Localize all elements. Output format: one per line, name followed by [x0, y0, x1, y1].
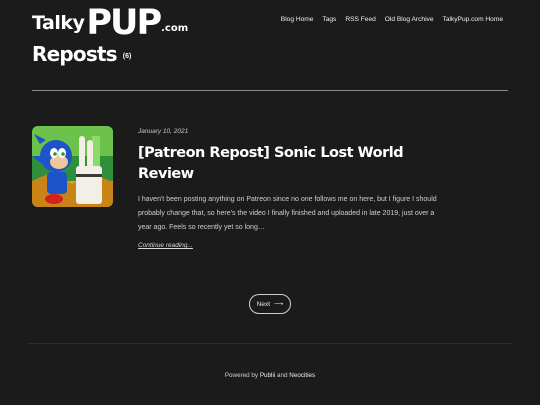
footer-prefix: Powered by — [224, 372, 259, 379]
nav-rss-feed[interactable]: RSS Feed — [345, 16, 375, 23]
post-title-link[interactable]: [Patreon Repost] Sonic Lost World Review — [138, 143, 438, 185]
arrow-right-icon: ⟶ — [274, 301, 284, 308]
page: Talky PUP .com Blog Home Tags RSS Feed O… — [0, 0, 540, 405]
archive-heading: Reposts (6) — [32, 42, 131, 66]
nav-tags[interactable]: Tags — [322, 16, 336, 23]
header-divider — [32, 90, 508, 91]
footer: Powered by Publii and Neocities — [0, 372, 540, 379]
archive-count: (6) — [122, 52, 132, 60]
footer-and: and — [277, 372, 288, 379]
continue-reading-link[interactable]: Continue reading... — [138, 242, 193, 249]
logo-text-com: .com — [161, 23, 189, 34]
post-excerpt: I haven't been posting anything on Patre… — [138, 196, 437, 231]
nav-blog-home[interactable]: Blog Home — [281, 16, 314, 23]
post-date: January 10, 2021 — [138, 128, 189, 135]
post-thumbnail[interactable] — [32, 126, 113, 207]
post-thumbnail-image — [32, 126, 113, 207]
footer-divider — [28, 343, 512, 344]
nav-talkypup-home[interactable]: TalkyPup.com Home — [443, 16, 503, 23]
main-nav: Blog Home Tags RSS Feed Old Blog Archive… — [281, 16, 503, 23]
nav-old-blog-archive[interactable]: Old Blog Archive — [385, 16, 434, 23]
archive-title: Reposts — [32, 42, 118, 66]
next-label: Next — [256, 300, 271, 308]
logo-text-talky: Talky — [32, 12, 85, 34]
site-logo[interactable]: Talky PUP .com — [32, 3, 188, 41]
logo-text-pup: PUP — [86, 3, 162, 43]
next-page-button[interactable]: Next ⟶ — [249, 294, 291, 314]
footer-link-neocities[interactable]: Neocities — [289, 372, 315, 379]
footer-link-publii[interactable]: Publii — [260, 372, 275, 379]
